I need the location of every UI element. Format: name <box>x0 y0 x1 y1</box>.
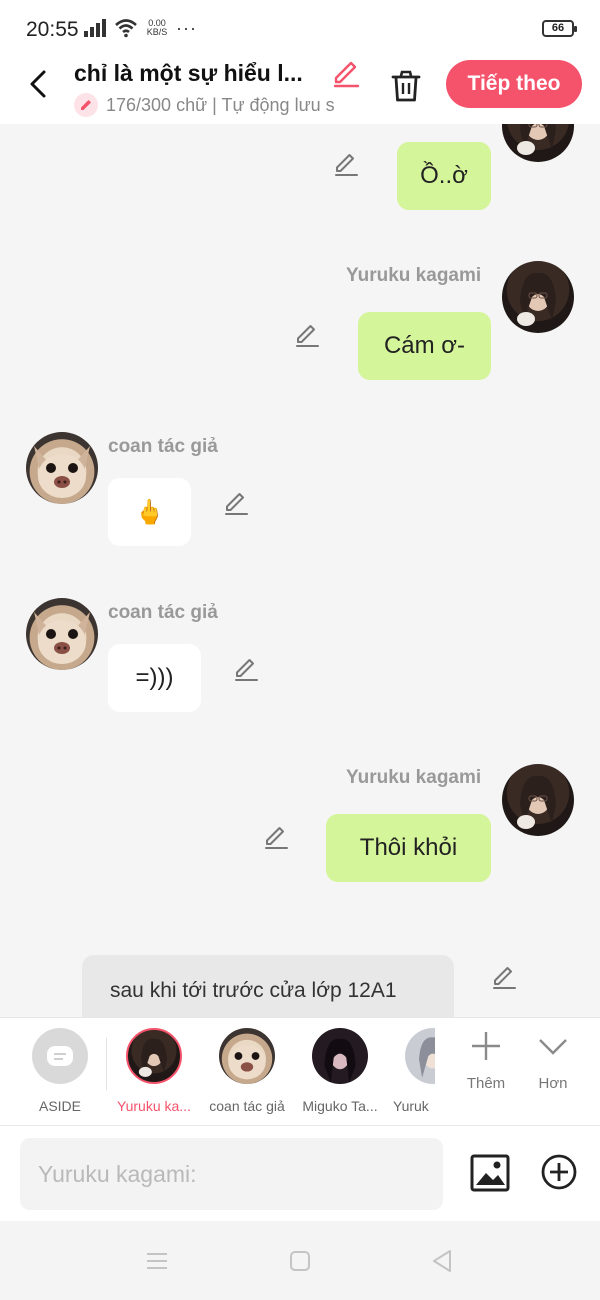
add-character-button[interactable]: Thêm <box>456 1030 516 1092</box>
status-icons: 0.00 KB/S ··· <box>84 16 197 40</box>
avatar[interactable] <box>26 432 98 504</box>
message-bubble[interactable]: Ồ..ờ <box>397 142 491 210</box>
avatar-dog-icon <box>34 612 90 664</box>
more-characters-button[interactable]: Hơn <box>523 1030 583 1092</box>
menu-icon[interactable] <box>143 1247 171 1275</box>
character-label: Yuruku ka... <box>117 1098 191 1114</box>
add-label: Thêm <box>466 1075 506 1092</box>
message-bubble[interactable]: Cám ơ- <box>358 312 491 380</box>
avatar[interactable] <box>502 124 574 162</box>
avatar-girl-icon <box>517 775 556 829</box>
aside-icon <box>32 1028 88 1084</box>
word-count-text: 176/300 chữ | Tự động lưu s <box>106 94 335 115</box>
home-icon[interactable] <box>286 1247 314 1275</box>
chat-area[interactable]: Ồ..ờ Yuruku kagami Cám ơ- coan tác giả 🖕 <box>0 124 600 1017</box>
avatar[interactable] <box>502 764 574 836</box>
character-yuruku-2[interactable]: Yuruk <box>385 1028 435 1114</box>
delete-button[interactable] <box>386 66 426 106</box>
next-button[interactable]: Tiếp theo <box>446 60 582 108</box>
chevron-down-icon <box>539 1039 567 1055</box>
edit-badge-icon <box>74 93 98 117</box>
avatar-dog-icon <box>219 1028 275 1084</box>
edit-message-icon[interactable] <box>222 489 250 517</box>
status-bar: 20:55 0.00 KB/S ··· 66 <box>0 0 600 56</box>
network-speed: 0.00 KB/S <box>146 18 168 37</box>
character-label: Miguko Ta... <box>302 1098 378 1114</box>
edit-message-icon[interactable] <box>490 963 518 991</box>
plus-icon <box>472 1032 500 1060</box>
add-circle-icon[interactable] <box>540 1153 578 1191</box>
character-coan[interactable]: coan tác giả <box>199 1028 295 1114</box>
character-label: Yuruk <box>393 1098 429 1114</box>
avatar[interactable] <box>502 261 574 333</box>
chevron-left-icon <box>30 70 46 98</box>
sender-name: Yuruku kagami <box>346 767 482 788</box>
avatar[interactable] <box>26 598 98 670</box>
editor-header: chỉ là một sự hiểu l... 176/300 chữ | Tự… <box>0 56 600 124</box>
character-selector: ASIDE Yuruku ka... coan tác giả Miguko T… <box>0 1017 600 1125</box>
system-nav-bar <box>0 1221 600 1300</box>
more-dots-icon: ··· <box>176 17 197 38</box>
avatar-dog-icon <box>34 446 90 498</box>
character-label: coan tác giả <box>209 1098 285 1114</box>
edit-message-icon[interactable] <box>232 655 260 683</box>
sender-name: Yuruku kagami <box>346 265 482 286</box>
message-bubble[interactable]: =))) <box>108 644 201 712</box>
back-button[interactable] <box>20 64 56 104</box>
battery-icon: 66 <box>542 20 577 37</box>
aside-narration[interactable]: sau khi tới trước cửa lớp 12A1 <box>82 955 454 1017</box>
input-bar <box>0 1125 600 1221</box>
avatar-girl-icon <box>517 124 556 155</box>
character-miguko[interactable]: Miguko Ta... <box>292 1028 388 1114</box>
status-time: 20:55 <box>26 18 79 41</box>
character-yuruku[interactable]: Yuruku ka... <box>106 1028 202 1114</box>
word-count-line: 176/300 chữ | Tự động lưu s <box>74 92 360 118</box>
avatar-girl-icon <box>126 1028 182 1084</box>
character-aside[interactable]: ASIDE <box>12 1028 108 1114</box>
signal-icon <box>84 19 106 37</box>
edit-message-icon[interactable] <box>262 823 290 851</box>
trash-icon <box>391 70 421 102</box>
edit-message-icon[interactable] <box>293 321 321 349</box>
image-icon[interactable] <box>470 1153 510 1193</box>
avatar-girl-dark-icon <box>312 1028 368 1084</box>
sender-name: coan tác giả <box>108 602 218 623</box>
wifi-icon <box>115 19 137 38</box>
message-input[interactable] <box>20 1138 443 1210</box>
story-title: chỉ là một sự hiểu l... <box>74 60 303 86</box>
avatar-girl-light-icon <box>405 1028 435 1084</box>
message-bubble[interactable]: Thôi khỏi <box>326 814 491 882</box>
more-label: Hơn <box>538 1075 568 1092</box>
edit-message-icon[interactable] <box>332 150 360 178</box>
character-label: ASIDE <box>38 1098 81 1114</box>
sender-name: coan tác giả <box>108 436 218 457</box>
back-triangle-icon[interactable] <box>428 1247 456 1275</box>
pencil-icon[interactable] <box>330 58 362 90</box>
avatar-girl-icon <box>517 272 556 326</box>
message-bubble[interactable]: 🖕 <box>108 478 191 546</box>
